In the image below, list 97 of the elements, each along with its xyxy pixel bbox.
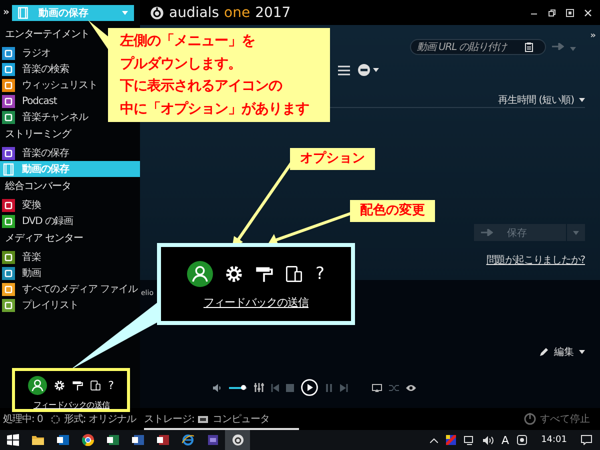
storage-value[interactable]: コンピュータ bbox=[212, 412, 270, 426]
folder-icon[interactable] bbox=[32, 434, 44, 446]
spinner-icon bbox=[50, 414, 60, 424]
caret-icon bbox=[573, 230, 579, 234]
clipboard-icon[interactable] bbox=[525, 42, 534, 52]
drive-icon bbox=[198, 416, 208, 422]
edit-menu[interactable]: 編集 bbox=[539, 345, 585, 359]
user-avatar-icon[interactable] bbox=[187, 261, 214, 287]
devices-icon[interactable] bbox=[285, 265, 304, 283]
windows-logo-icon[interactable] bbox=[6, 434, 18, 446]
callout-text: 中に「オプション」があります bbox=[120, 100, 309, 118]
browser-logo-icon[interactable] bbox=[82, 434, 94, 446]
section-title: メディア センター bbox=[5, 232, 83, 246]
caret-icon bbox=[122, 10, 128, 14]
speaker-icon[interactable] bbox=[482, 436, 494, 444]
processing-count: 処理中: 0 bbox=[3, 412, 43, 426]
app-tray-icon[interactable] bbox=[517, 435, 528, 445]
url-field[interactable]: 動画 URL の貼り付け bbox=[410, 39, 546, 55]
sort-dropdown[interactable]: 再生時間 (短い順) bbox=[498, 93, 585, 107]
arrow-right-icon[interactable] bbox=[552, 43, 564, 50]
clock[interactable]: 14:01 bbox=[541, 435, 567, 445]
caret-icon bbox=[373, 68, 379, 72]
network-icon[interactable] bbox=[464, 436, 475, 444]
caret-icon bbox=[579, 98, 585, 102]
sidebar-item[interactable]: 動画 bbox=[0, 265, 41, 281]
section-title: エンターテイメント bbox=[5, 28, 90, 42]
screen-icon[interactable] bbox=[372, 384, 382, 392]
app-name: audials bbox=[169, 4, 219, 20]
film-icon bbox=[2, 162, 15, 176]
minus-circle-icon[interactable] bbox=[358, 64, 370, 76]
app-year: 2017 bbox=[255, 4, 291, 20]
sidebar-item[interactable]: DVD の録画 bbox=[0, 213, 74, 229]
arrow-right-icon bbox=[481, 229, 493, 236]
sidebar-item[interactable]: 音楽の検索 bbox=[0, 61, 70, 77]
callout-text: 左側の「メニュー」を bbox=[120, 32, 255, 51]
callout-text: 下に表示されるアイコンの bbox=[120, 77, 282, 96]
caret-icon bbox=[570, 47, 576, 51]
sidebar-item[interactable]: 変換 bbox=[0, 197, 41, 213]
audials-logo-icon bbox=[150, 6, 164, 20]
next-icon[interactable] bbox=[340, 384, 348, 392]
sidebar-item[interactable]: Podcast bbox=[0, 93, 57, 109]
callout-text: プルダウンします。 bbox=[120, 54, 242, 74]
sidebar-item[interactable]: 音楽チャンネル bbox=[0, 109, 88, 125]
app-tile-icon[interactable] bbox=[446, 435, 456, 445]
sidebar-item[interactable]: ラジオ bbox=[0, 45, 50, 61]
paint-roller-icon[interactable] bbox=[255, 265, 274, 283]
app-tile-icon[interactable] bbox=[156, 434, 168, 446]
feedback-link[interactable]: フィードバックの送信 bbox=[204, 295, 308, 310]
chevron-up-icon[interactable] bbox=[430, 438, 438, 442]
audials-logo-icon[interactable] bbox=[232, 434, 244, 446]
menu-icon[interactable] bbox=[338, 64, 350, 76]
format-label: 形式: オリジナル bbox=[64, 412, 136, 426]
settings-icon[interactable] bbox=[54, 380, 66, 391]
power-icon bbox=[524, 413, 536, 425]
pause-icon[interactable] bbox=[325, 384, 333, 392]
restore-icon[interactable] bbox=[548, 8, 556, 16]
callout-label: オプション bbox=[290, 148, 375, 170]
input-method-indicator[interactable]: A bbox=[502, 434, 510, 446]
eye-icon[interactable] bbox=[406, 384, 416, 392]
storage-label: ストレージ: bbox=[144, 413, 194, 426]
help-button[interactable]: ? bbox=[315, 264, 325, 284]
devices-icon[interactable] bbox=[90, 380, 102, 391]
feedback-link[interactable]: フィードバックの送信 bbox=[33, 399, 109, 411]
sidebar-item[interactable]: 音楽 bbox=[0, 249, 41, 265]
globe-e-icon[interactable] bbox=[182, 434, 194, 446]
notification-icon[interactable] bbox=[581, 435, 592, 445]
maximize-icon[interactable] bbox=[566, 8, 574, 16]
expand-button[interactable]: » bbox=[3, 7, 10, 18]
close-icon[interactable] bbox=[584, 8, 592, 16]
sidebar-item[interactable]: ウィッシュリスト bbox=[0, 77, 98, 93]
section-title: ストリーミング bbox=[5, 128, 71, 142]
stop-icon[interactable] bbox=[286, 384, 294, 392]
app-tile-icon[interactable] bbox=[56, 434, 68, 446]
volume-icon[interactable] bbox=[213, 384, 222, 392]
sidebar-item[interactable]: プレイリスト bbox=[0, 297, 78, 313]
pencil-icon bbox=[539, 347, 549, 357]
previous-icon[interactable] bbox=[271, 384, 279, 392]
app-tile-icon[interactable] bbox=[206, 434, 218, 446]
film-icon bbox=[18, 6, 28, 18]
app-tile-icon[interactable] bbox=[132, 434, 144, 446]
help-button[interactable]: ? bbox=[108, 379, 114, 392]
sidebar-item[interactable]: すべてのメディア ファイル bbox=[0, 281, 138, 297]
user-avatar-icon[interactable] bbox=[28, 376, 48, 395]
shuffle-icon[interactable] bbox=[389, 384, 399, 392]
collapse-button[interactable]: » bbox=[590, 31, 596, 41]
app-edition: one bbox=[224, 4, 250, 20]
equalizer-icon[interactable] bbox=[254, 383, 264, 392]
stop-all-button[interactable]: すべて停止 bbox=[524, 412, 590, 426]
play-icon[interactable] bbox=[301, 379, 318, 396]
sidebar-item[interactable]: 音楽の保存 bbox=[0, 145, 70, 161]
section-title: 総合コンバータ bbox=[5, 180, 71, 194]
help-link[interactable]: 問題が起こりましたか? bbox=[486, 253, 585, 267]
callout-label: 配色の変更 bbox=[350, 200, 435, 222]
app-tile-icon[interactable] bbox=[106, 434, 118, 446]
settings-icon[interactable] bbox=[225, 265, 244, 283]
paint-roller-icon[interactable] bbox=[72, 380, 84, 391]
caret-icon bbox=[579, 350, 585, 354]
